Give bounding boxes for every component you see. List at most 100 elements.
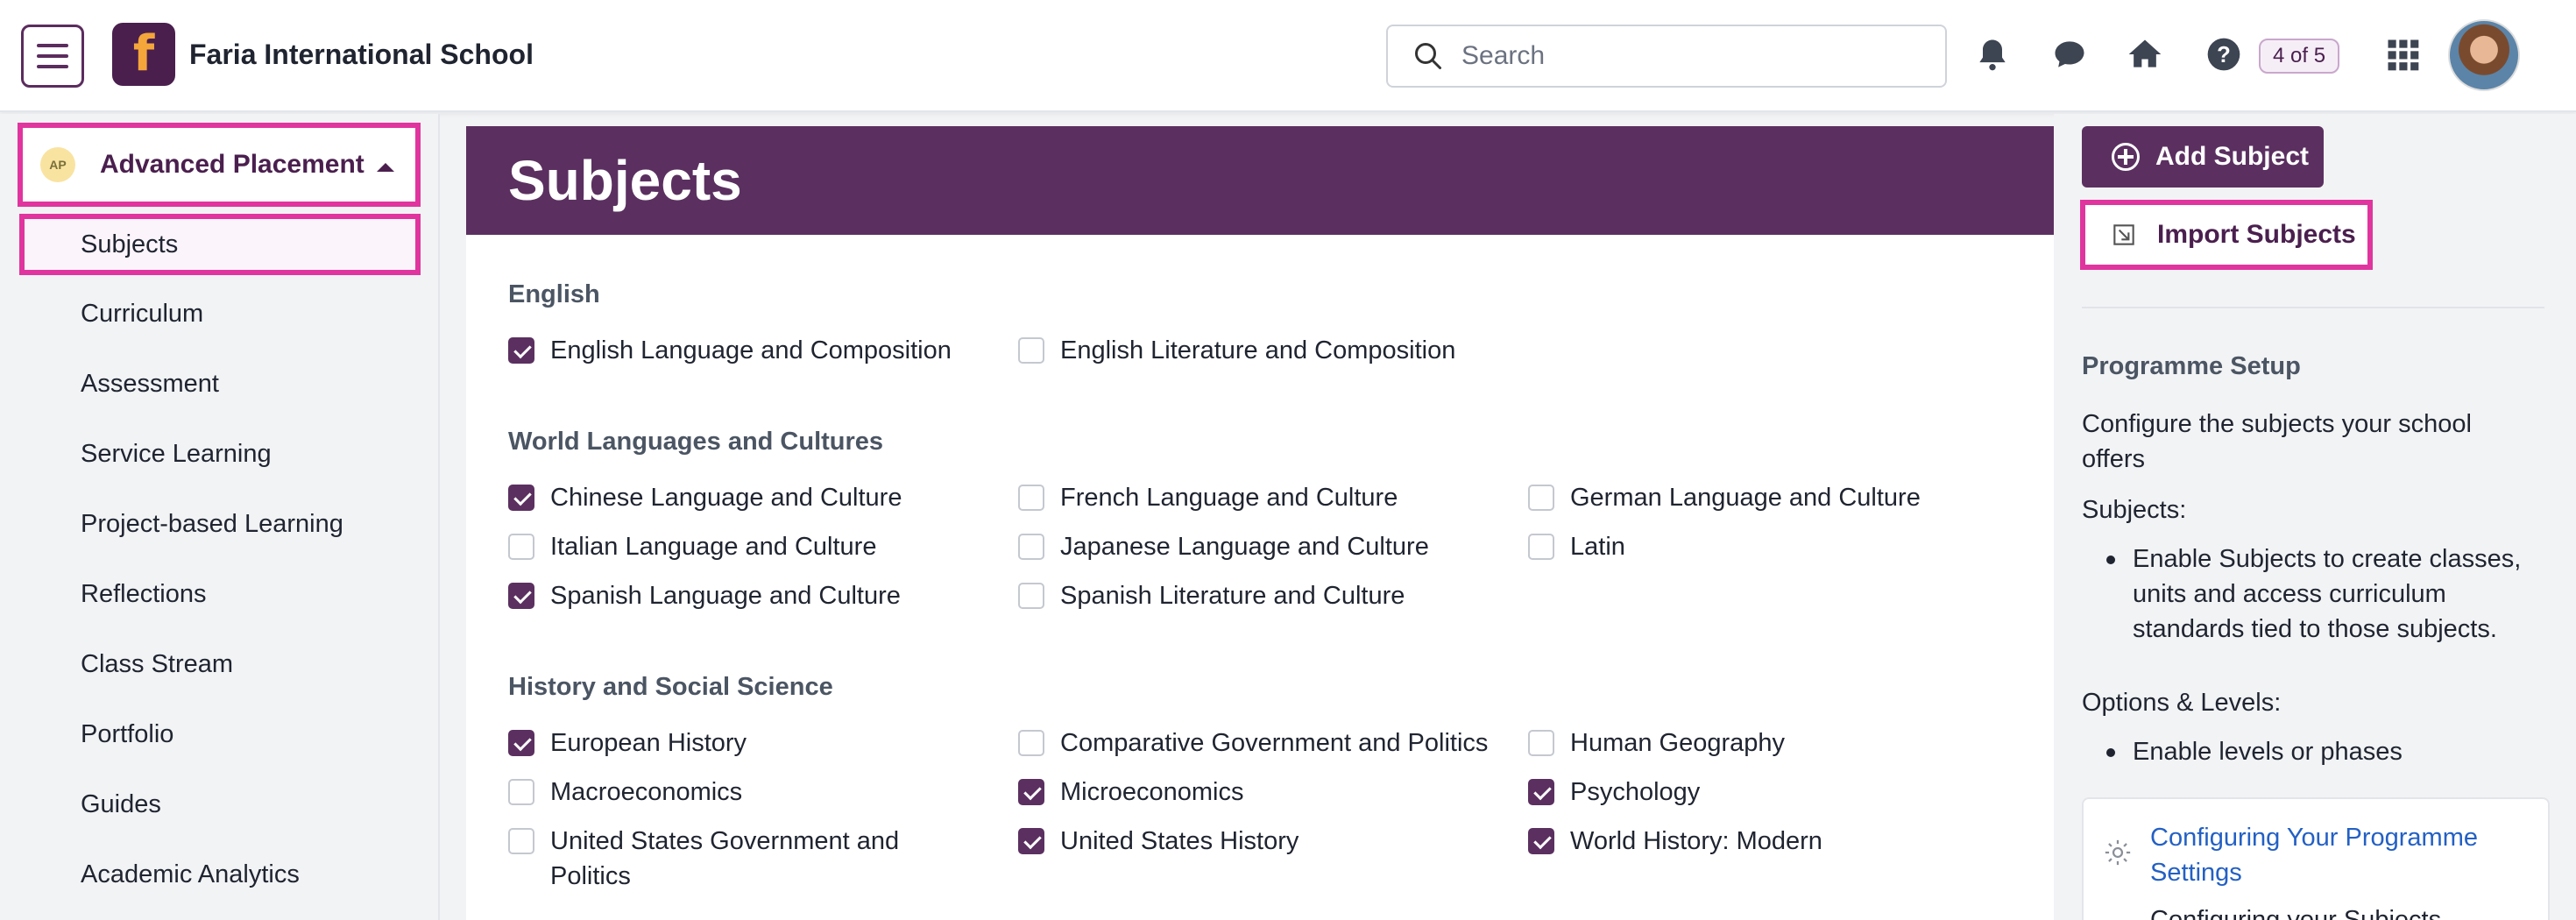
sidebar-item-class-stream[interactable]: Class Stream — [81, 650, 233, 679]
checkbox[interactable] — [1018, 730, 1044, 756]
hamburger-menu-button[interactable] — [21, 25, 84, 88]
sidebar-item-project-based-learning[interactable]: Project-based Learning — [81, 510, 343, 539]
menu-icon — [37, 44, 68, 47]
notifications-button[interactable] — [1971, 33, 2013, 75]
subject-checkbox[interactable]: World History: Modern — [1528, 824, 1822, 859]
subject-label: Spanish Language and Culture — [550, 582, 901, 610]
checkbox[interactable] — [508, 779, 534, 805]
sidebar-item-academic-analytics[interactable]: Academic Analytics — [81, 860, 300, 889]
subject-checkbox[interactable]: European History — [508, 725, 747, 761]
menu-icon-line — [37, 65, 68, 68]
checkbox[interactable] — [1528, 534, 1554, 560]
sidebar-item-assessment[interactable]: Assessment — [81, 370, 219, 399]
checkbox[interactable] — [1018, 779, 1044, 805]
subject-label: French Language and Culture — [1060, 484, 1398, 512]
checkbox[interactable] — [1018, 828, 1044, 854]
subject-checkbox[interactable]: Human Geography — [1528, 725, 1785, 761]
checkbox[interactable] — [1528, 828, 1554, 854]
help-button[interactable]: ? — [2203, 33, 2245, 75]
home-button[interactable] — [2124, 33, 2166, 75]
subject-label: Chinese Language and Culture — [550, 484, 902, 512]
subject-checkbox[interactable]: Chinese Language and Culture — [508, 480, 902, 515]
checkbox[interactable] — [508, 485, 534, 511]
sidebar-item-service-learning[interactable]: Service Learning — [81, 440, 272, 469]
step-counter-badge[interactable]: 4 of 5 — [2259, 39, 2340, 74]
school-name: Faria International School — [189, 39, 534, 70]
divider — [2082, 307, 2544, 308]
search-icon — [1415, 43, 1441, 69]
subject-label: United States History — [1060, 827, 1299, 855]
sidebar-item-curriculum[interactable]: Curriculum — [81, 300, 203, 329]
checkbox[interactable] — [1018, 485, 1044, 511]
section-title-world-languages: World Languages and Cultures — [508, 428, 884, 456]
sidebar-item-guides[interactable]: Guides — [81, 790, 161, 819]
sidebar-item-reflections[interactable]: Reflections — [81, 580, 206, 609]
search-input[interactable] — [1461, 41, 1900, 71]
subject-checkbox[interactable]: Spanish Literature and Culture — [1018, 578, 1405, 613]
top-header: f Faria International School ? 4 of 5 — [0, 0, 2576, 112]
programme-selector[interactable]: AP Advanced Placement — [18, 123, 421, 207]
programme-setup-description: Configure the subjects your school offer… — [2082, 410, 2472, 473]
checkbox[interactable] — [508, 337, 534, 364]
add-subject-label: Add Subject — [2155, 142, 2310, 171]
sidebar-item-subjects[interactable]: Subjects — [19, 214, 421, 275]
subject-label: Italian Language and Culture — [550, 533, 877, 561]
section-title-history: History and Social Science — [508, 673, 833, 701]
subject-label: Comparative Government and Politics — [1060, 729, 1489, 757]
plus-circle-icon — [2112, 143, 2140, 171]
school-logo[interactable]: f — [112, 23, 175, 86]
subject-checkbox[interactable]: German Language and Culture — [1528, 480, 1921, 515]
subject-label: English Literature and Composition — [1060, 336, 1456, 364]
configuring-programme-settings-link[interactable]: Configuring Your Programme Settings — [2150, 820, 2527, 890]
subject-checkbox[interactable]: Psychology — [1528, 775, 1700, 810]
checkbox[interactable] — [1528, 485, 1554, 511]
search-box[interactable] — [1386, 25, 1947, 88]
checkbox[interactable] — [1528, 779, 1554, 805]
checkbox[interactable] — [508, 828, 534, 854]
subject-checkbox[interactable]: Latin — [1528, 529, 1625, 564]
import-icon — [2113, 224, 2134, 245]
subject-checkbox[interactable]: French Language and Culture — [1018, 480, 1398, 515]
messages-button[interactable] — [2049, 33, 2091, 75]
subjects-heading: Subjects: — [2082, 496, 2187, 524]
apps-button[interactable] — [2381, 33, 2424, 75]
programme-setup-title: Programme Setup — [2082, 352, 2301, 380]
subject-checkbox[interactable]: Comparative Government and Politics — [1018, 725, 1488, 761]
subject-checkbox[interactable]: Japanese Language and Culture — [1018, 529, 1429, 564]
subject-label: English Language and Composition — [550, 336, 952, 364]
subject-label: Human Geography — [1570, 729, 1786, 757]
checkbox[interactable] — [1528, 730, 1554, 756]
subject-checkbox[interactable]: United States History — [1018, 824, 1299, 859]
subject-checkbox[interactable]: English Literature and Composition — [1018, 333, 1455, 368]
ap-programme-icon: AP — [40, 147, 75, 182]
subject-checkbox[interactable]: English Language and Composition — [508, 333, 952, 368]
bell-icon — [1979, 39, 2006, 71]
subjects-bullet: Enable Subjects to create classes, units… — [2103, 541, 2532, 647]
checkbox[interactable] — [1018, 583, 1044, 609]
faria-logo-icon: f — [132, 25, 155, 82]
sidebar: AP Advanced Placement Subjects Curriculu… — [0, 114, 440, 920]
subject-label: Microeconomics — [1060, 778, 1244, 806]
help-card: Configuring Your Programme Settings Conf… — [2082, 797, 2550, 920]
checkbox[interactable] — [1018, 534, 1044, 560]
subject-checkbox[interactable]: Microeconomics — [1018, 775, 1244, 810]
checkbox[interactable] — [508, 730, 534, 756]
configuring-subjects-text[interactable]: Configuring your Subjects — [2150, 902, 2536, 920]
add-subject-button[interactable]: Add Subject — [2082, 126, 2324, 188]
subject-label: Macroeconomics — [550, 778, 743, 806]
checkbox[interactable] — [508, 583, 534, 609]
subject-checkbox[interactable]: Italian Language and Culture — [508, 529, 876, 564]
subject-checkbox[interactable]: Macroeconomics — [508, 775, 742, 810]
checkbox[interactable] — [1018, 337, 1044, 364]
subject-checkbox[interactable]: United States Government and Politics — [508, 824, 964, 894]
checkbox[interactable] — [508, 534, 534, 560]
chat-bubble-icon — [2055, 41, 2084, 67]
svg-text:?: ? — [2217, 43, 2231, 67]
apps-grid-icon — [2388, 39, 2419, 71]
subject-checkbox[interactable]: Spanish Language and Culture — [508, 578, 901, 613]
import-subjects-button[interactable]: Import Subjects — [2080, 200, 2373, 270]
sidebar-item-portfolio[interactable]: Portfolio — [81, 720, 173, 749]
section-title-english: English — [508, 280, 600, 308]
user-avatar[interactable] — [2448, 19, 2520, 91]
options-heading: Options & Levels: — [2082, 689, 2282, 717]
